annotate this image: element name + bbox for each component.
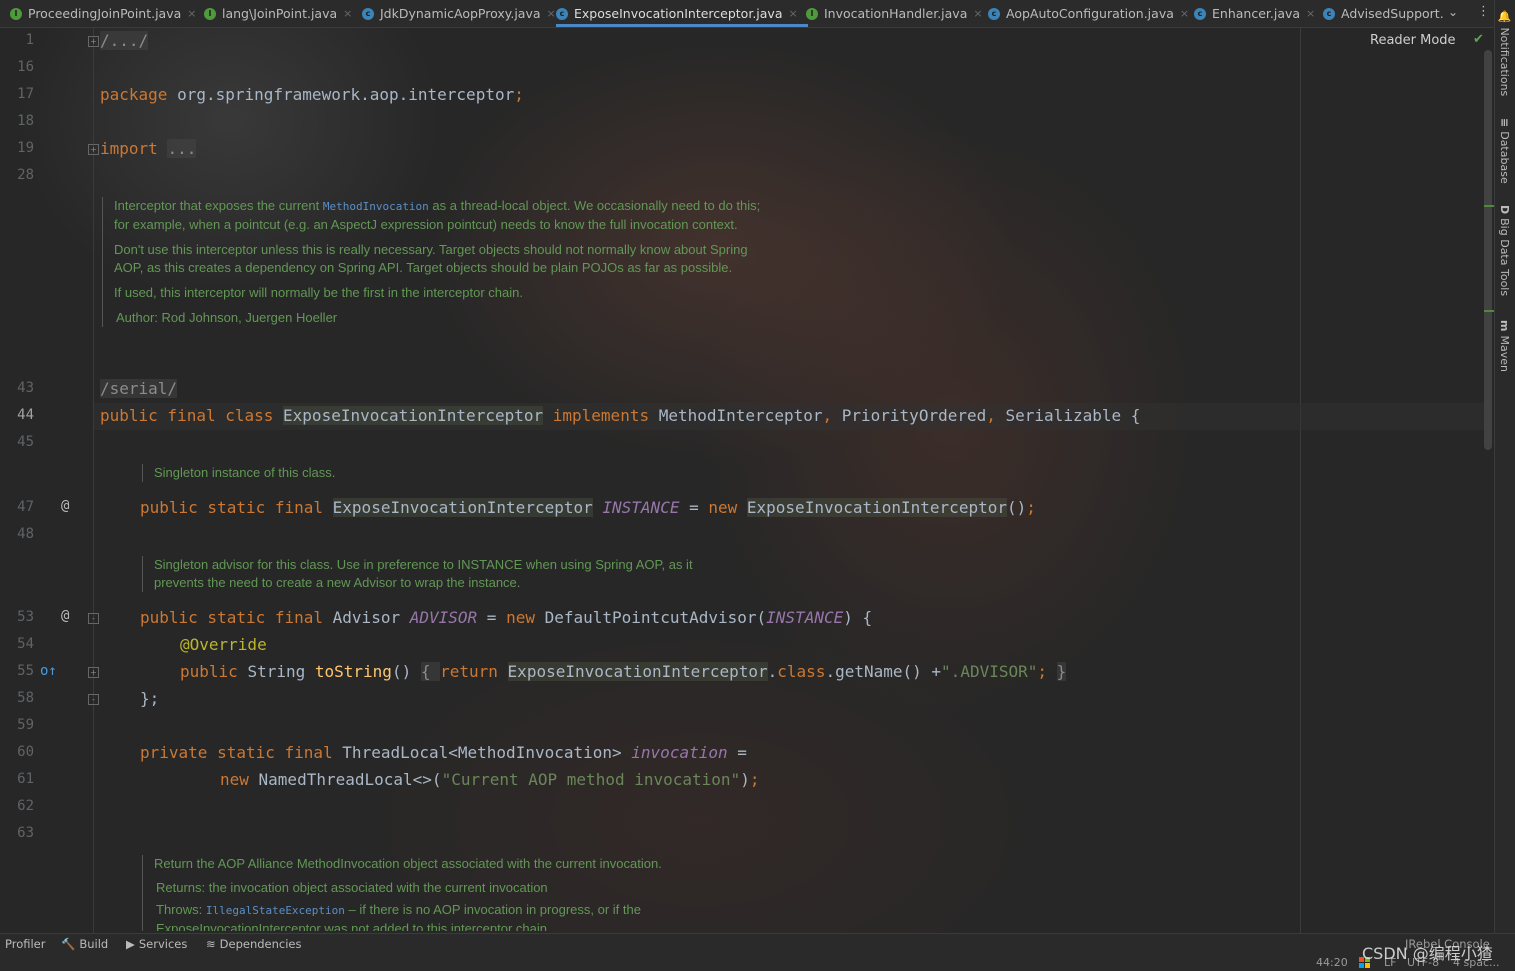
line-number: 1 <box>25 32 34 48</box>
close-icon[interactable]: × <box>1306 7 1315 20</box>
code-line-44[interactable]: public final class ExposeInvocationInter… <box>100 406 1140 425</box>
line-number: 28 <box>17 167 34 183</box>
tab-proceedingjoinpoint[interactable]: ProceedingJoinPoint.java× <box>10 0 197 27</box>
scroll-marker <box>1484 205 1494 207</box>
class-icon <box>1323 7 1335 20</box>
line-number: 16 <box>17 59 34 75</box>
line-number: 48 <box>17 526 34 542</box>
code-line-61[interactable]: new NamedThreadLocal<>("Current AOP meth… <box>220 770 759 789</box>
advisor-javadoc: Singleton advisor for this class. Use in… <box>142 556 744 592</box>
check-icon[interactable]: ✔ <box>1473 32 1484 47</box>
code-line-58[interactable]: }; <box>140 689 159 708</box>
hammer-icon: 🔨 <box>61 937 76 951</box>
class-icon <box>1194 7 1206 20</box>
class-javadoc: Interceptor that exposes the current Met… <box>102 197 774 327</box>
database-icon: ≡ <box>1498 118 1511 128</box>
interface-icon <box>10 7 22 20</box>
close-icon[interactable]: × <box>788 7 797 20</box>
tab-exposeinvocationinterceptor[interactable]: ExposeInvocationInterceptor.java× <box>556 0 808 27</box>
big-data-icon: D <box>1498 205 1511 215</box>
override-marker-icon[interactable]: @ <box>61 608 69 624</box>
maven-tool[interactable]: mMaven <box>1498 320 1511 372</box>
line-number: 17 <box>17 86 34 102</box>
line-number: 62 <box>17 798 34 814</box>
scroll-thumb[interactable] <box>1484 50 1492 450</box>
vertical-scrollbar[interactable] <box>1484 30 1494 920</box>
code-line-60[interactable]: private static final ThreadLocal<MethodI… <box>140 743 747 762</box>
status-bar: 44:20 LF UTF-8 4 spac... <box>0 954 1515 971</box>
editor-tab-bar: ProceedingJoinPoint.java× lang\JoinPoint… <box>0 0 1494 28</box>
tab-advisedsupport[interactable]: AdvisedSupport. <box>1323 0 1444 27</box>
line-number: 54 <box>17 636 34 652</box>
close-icon[interactable]: × <box>1180 7 1189 20</box>
fold-toggle-icon[interactable]: + <box>88 667 99 678</box>
build-tool[interactable]: 🔨 Build <box>61 937 108 951</box>
line-number: 61 <box>17 771 34 787</box>
code-line-54[interactable]: @Override <box>180 635 267 654</box>
class-icon <box>362 7 374 20</box>
line-number: 19 <box>17 140 34 156</box>
code-line-55[interactable]: public String toString() { return Expose… <box>180 662 1067 681</box>
bell-icon: 🔔 <box>1498 10 1511 24</box>
line-number: 45 <box>17 434 34 450</box>
more-vertical-icon[interactable]: ⋮ <box>1477 4 1490 19</box>
tab-jdkdynamicaopproxy[interactable]: JdkDynamicAopProxy.java× <box>362 0 556 27</box>
tab-enhancer[interactable]: Enhancer.java× <box>1194 0 1315 27</box>
tab-joinpoint[interactable]: lang\JoinPoint.java× <box>204 0 352 27</box>
fold-toggle-icon[interactable]: - <box>88 613 99 624</box>
line-number: 53 <box>17 609 34 625</box>
caret-position[interactable]: 44:20 <box>1316 956 1348 969</box>
profiler-tool[interactable]: Profiler <box>5 937 46 951</box>
line-number: 63 <box>17 825 34 841</box>
tab-invocationhandler[interactable]: InvocationHandler.java× <box>806 0 983 27</box>
line-number: 43 <box>17 380 34 396</box>
line-number: 18 <box>17 113 34 129</box>
right-tool-strip: 🔔Notifications ≡Database DBig Data Tools… <box>1494 0 1515 933</box>
implements-method-icon[interactable]: o↑ <box>40 663 57 679</box>
interface-icon <box>204 7 216 20</box>
fold-toggle-icon[interactable]: + <box>88 36 99 47</box>
reader-mode-toggle[interactable]: Reader Mode <box>1370 33 1456 48</box>
bottom-tool-bar: Profiler 🔨 Build ▶ Services ≋ Dependencies … <box>0 933 1515 955</box>
notifications-tool[interactable]: 🔔Notifications <box>1498 10 1511 96</box>
line-number-current: 44 <box>17 407 34 423</box>
fold-toggle-icon[interactable]: + <box>88 144 99 155</box>
interface-icon <box>806 7 818 20</box>
services-tool[interactable]: ▶ Services <box>126 937 187 951</box>
line-number: 59 <box>17 717 34 733</box>
line-number: 47 <box>17 499 34 515</box>
chevron-down-icon[interactable]: ⌄ <box>1448 5 1458 19</box>
close-icon[interactable]: × <box>187 7 196 20</box>
line-number: 58 <box>17 690 34 706</box>
big-data-tools-tool[interactable]: DBig Data Tools <box>1498 205 1511 296</box>
right-margin-guide <box>1300 27 1301 933</box>
code-line-47[interactable]: public static final ExposeInvocationInte… <box>140 498 1036 517</box>
tab-aopautoconfiguration[interactable]: AopAutoConfiguration.java× <box>988 0 1189 27</box>
database-tool[interactable]: ≡Database <box>1498 118 1511 184</box>
csdn-watermark: CSDN @编程小猹 <box>1362 944 1493 963</box>
layers-icon: ≋ <box>206 937 216 951</box>
line-number: 60 <box>17 744 34 760</box>
code-line-43[interactable]: /serial/ <box>100 379 178 398</box>
maven-icon: m <box>1498 320 1511 332</box>
code-line-19[interactable]: import ... <box>100 139 197 158</box>
code-line-1[interactable]: /.../ <box>100 31 149 50</box>
code-line-53[interactable]: public static final Advisor ADVISOR = ne… <box>140 608 872 627</box>
fold-toggle-icon[interactable]: - <box>88 694 99 705</box>
class-icon <box>556 7 568 20</box>
gutter-divider <box>93 27 94 933</box>
override-marker-icon[interactable]: @ <box>61 498 69 514</box>
instance-javadoc: Singleton instance of this class. <box>142 464 754 482</box>
code-line-17[interactable]: package org.springframework.aop.intercep… <box>100 85 524 104</box>
line-number: 55 <box>17 663 34 679</box>
play-icon: ▶ <box>126 937 135 951</box>
editor-background <box>0 0 1515 971</box>
close-icon[interactable]: × <box>973 7 982 20</box>
dependencies-tool[interactable]: ≋ Dependencies <box>206 937 301 951</box>
close-icon[interactable]: × <box>343 7 352 20</box>
close-icon[interactable]: × <box>547 7 556 20</box>
current-invocation-javadoc: Return the AOP Alliance MethodInvocation… <box>142 855 754 931</box>
scroll-marker <box>1484 310 1494 312</box>
class-icon <box>988 7 1000 20</box>
